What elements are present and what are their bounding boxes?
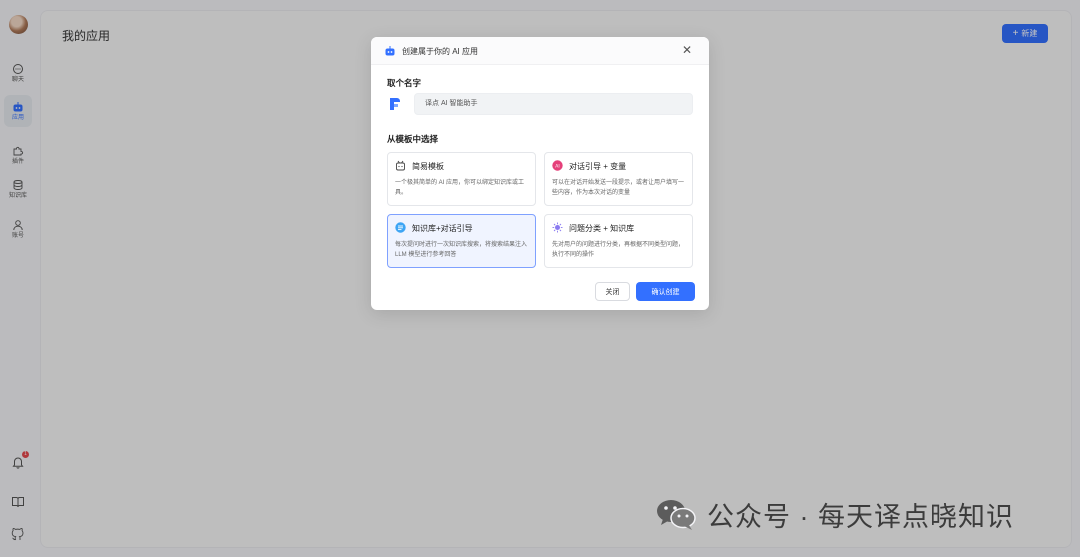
template-card-guide-variables[interactable]: AI 对话引导 + 变量 可以在对话开始发送一段提示，或者让用户填写一些内容，作… xyxy=(544,152,693,206)
watermark-text: 公众号 · 每天译点晓知识 xyxy=(707,501,1014,532)
simple-template-icon xyxy=(396,160,405,171)
template-desc: 先对用户的问题进行分类，再根据不同类型问题，执行不同的操作 xyxy=(552,242,685,258)
create-app-dialog: 创建属于你的 AI 应用 ✕ 取个名字 译点 AI 智能助手 从模板中选择 简易… xyxy=(371,37,709,310)
template-section-label: 从模板中选择 xyxy=(387,134,439,144)
close-icon[interactable]: ✕ xyxy=(681,44,693,56)
svg-text:AI: AI xyxy=(555,163,559,169)
dialog-title: 创建属于你的 AI 应用 xyxy=(402,47,479,56)
app-name-input[interactable]: 译点 AI 智能助手 xyxy=(414,93,693,115)
ai-guide-icon: AI xyxy=(552,160,563,171)
template-title: 问题分类 + 知识库 xyxy=(569,224,635,233)
template-desc: 一个极其简单的 AI 应用，你可以绑定知识库或工具。 xyxy=(395,180,525,196)
template-desc: 可以在对话开始发送一段提示，或者让用户填写一些内容，作为本次对话的变量 xyxy=(552,180,685,196)
template-card-simple[interactable]: 简易模板 一个极其简单的 AI 应用，你可以绑定知识库或工具。 xyxy=(387,152,536,206)
classify-icon xyxy=(552,222,563,233)
app-avatar-icon[interactable] xyxy=(388,96,402,112)
cancel-button[interactable]: 关闭 xyxy=(595,282,630,301)
template-title: 对话引导 + 变量 xyxy=(569,162,627,171)
template-desc: 每次提问时进行一次知识库搜索，将搜索结果注入 LLM 模型进行参考回答 xyxy=(395,242,528,258)
dialog-header: 创建属于你的 AI 应用 ✕ xyxy=(371,37,709,65)
template-title: 知识库+对话引导 xyxy=(412,224,473,233)
template-card-knowledge-guide[interactable]: 知识库+对话引导 每次提问时进行一次知识库搜索，将搜索结果注入 LLM 模型进行… xyxy=(387,214,536,268)
template-card-classify-knowledge[interactable]: 问题分类 + 知识库 先对用户的问题进行分类，再根据不同类型问题，执行不同的操作 xyxy=(544,214,693,268)
template-title: 简易模板 xyxy=(412,162,444,171)
confirm-create-button[interactable]: 确认创建 xyxy=(636,282,695,301)
knowledge-icon xyxy=(395,222,406,233)
robot-icon xyxy=(385,46,395,56)
name-section-label: 取个名字 xyxy=(387,78,422,88)
watermark: 公众号 · 每天译点晓知识 xyxy=(655,496,1014,532)
wechat-icon xyxy=(657,500,696,530)
